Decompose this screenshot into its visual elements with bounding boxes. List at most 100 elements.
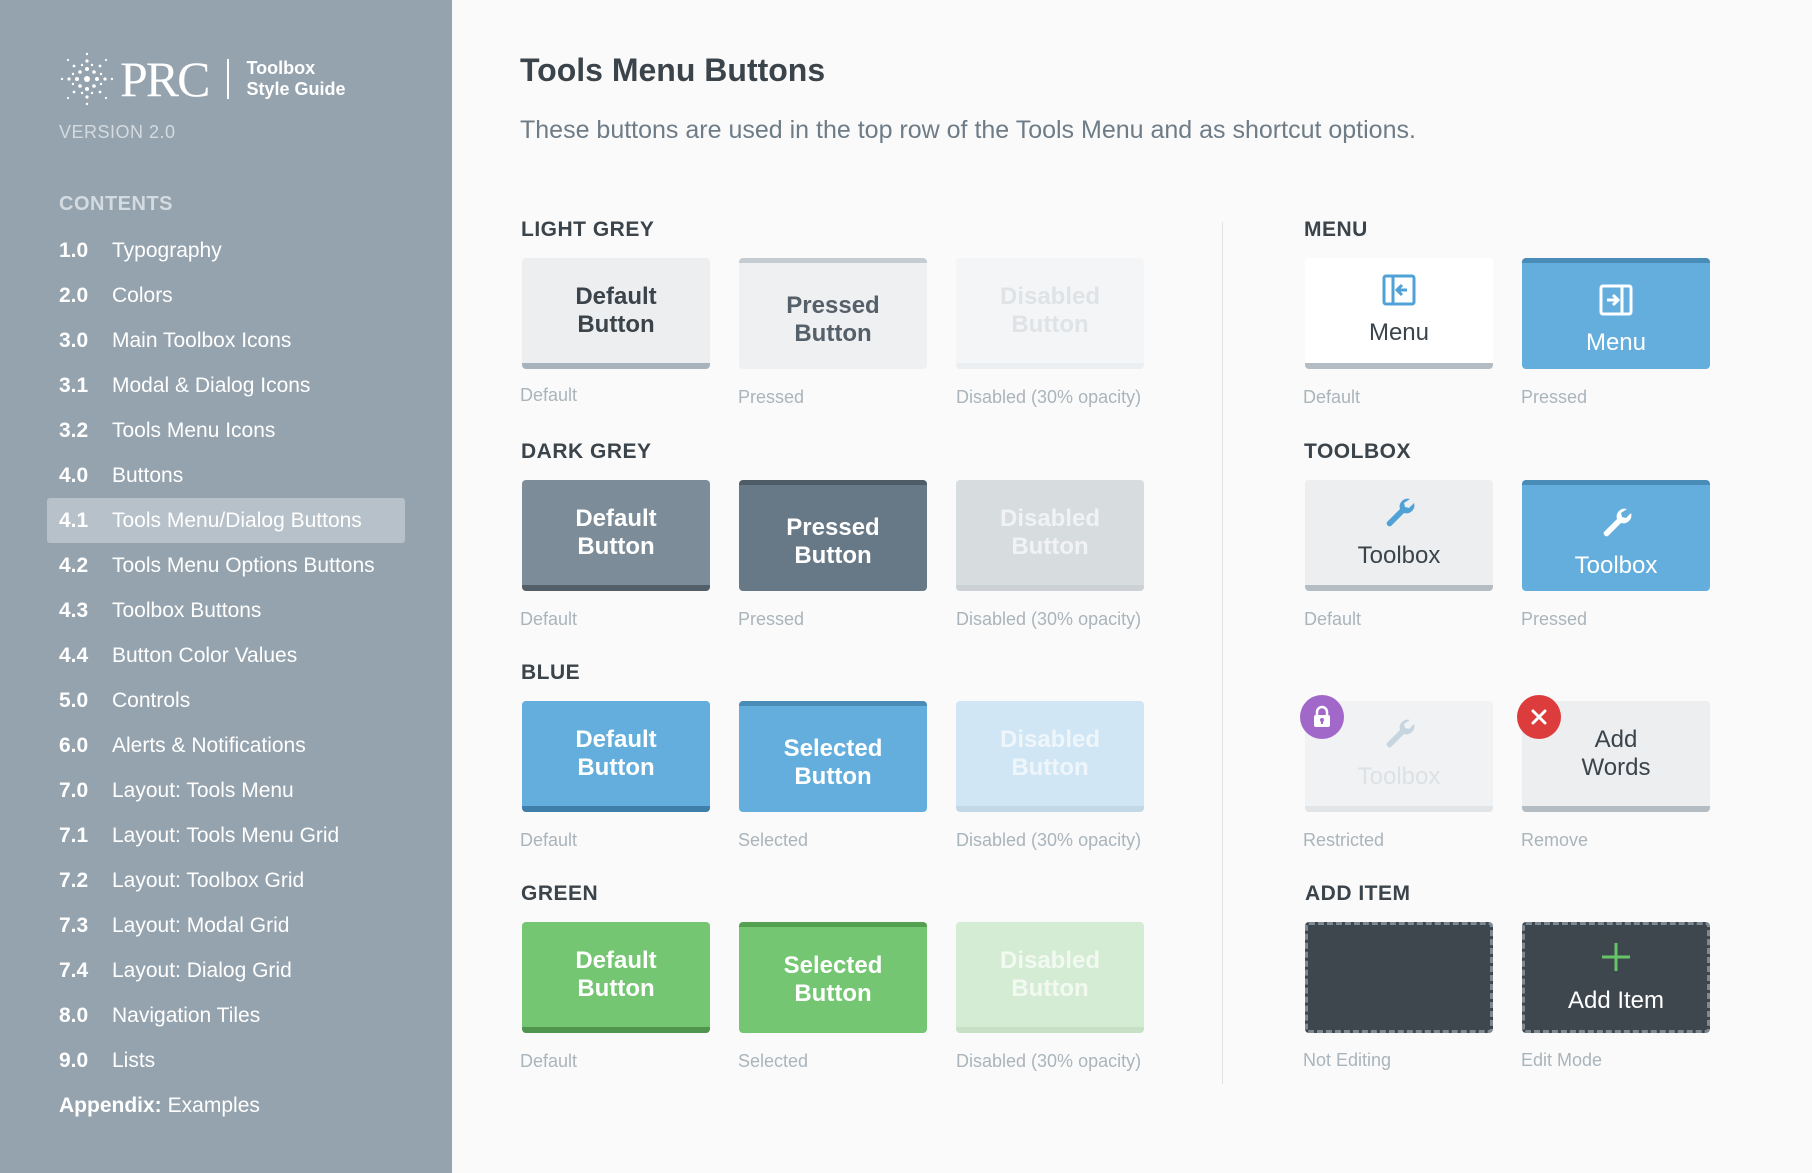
toc-item-alerts-notifications[interactable]: 6.0 Alerts & Notifications <box>47 723 405 768</box>
toc-item-tools-menu-icons[interactable]: 3.2 Tools Menu Icons <box>47 408 405 453</box>
dark-grey-pressed-button[interactable]: Pressed Button <box>739 480 927 591</box>
dark-grey-default-button[interactable]: Default Button <box>522 480 710 591</box>
button-label-line-2: Button <box>794 542 872 569</box>
page-description: These buttons are used in the top row of… <box>520 116 1416 144</box>
green-default-button[interactable]: Default Button <box>522 922 710 1033</box>
caption-default: Default <box>520 609 578 629</box>
toc-item-layout-modal-grid[interactable]: 7.3 Layout: Modal Grid <box>47 903 405 948</box>
contents-heading: CONTENTS <box>59 193 173 215</box>
toc-item-button-color-values[interactable]: 4.4 Button Color Values <box>47 633 405 678</box>
button-label-line-1: Selected <box>783 952 883 979</box>
toc-item-number: 4.4 <box>59 643 89 667</box>
toc-item-typography[interactable]: 1.0 Typography <box>47 228 405 273</box>
toc-item-number: Appendix: <box>59 1093 162 1117</box>
toc-item-tools-menu-options-buttons[interactable]: 4.2 Tools Menu Options Buttons <box>47 543 405 588</box>
section-heading-toolbox: TOOLBOX <box>1304 440 1411 463</box>
toc-item-label: Buttons <box>112 463 184 487</box>
button-label-line-1: Disabled <box>999 946 1101 974</box>
section-heading-menu: MENU <box>1304 218 1368 241</box>
toc-item-number: 7.1 <box>59 823 89 847</box>
toc-item-number: 2.0 <box>59 283 89 307</box>
blue-default-button[interactable]: Default Button <box>522 701 710 812</box>
toc-item-label: Layout: Modal Grid <box>112 913 290 937</box>
toc-item-tools-menu-dialog-buttons[interactable]: 4.1 Tools Menu/Dialog Buttons <box>47 498 405 543</box>
toc-item-number: 4.1 <box>59 508 89 532</box>
logo-subtitle: Toolbox Style Guide <box>247 58 346 100</box>
toc-item-number: 4.2 <box>59 553 89 577</box>
dark-grey-disabled-button: Disabled Button <box>956 480 1144 591</box>
toc-item-label: Tools Menu Options Buttons <box>112 553 375 577</box>
toc-item-modal-dialog-icons[interactable]: 3.1 Modal & Dialog Icons <box>47 363 405 408</box>
button-label-line-1: Disabled <box>999 725 1101 753</box>
toc-item-number: 6.0 <box>59 733 89 757</box>
caption-default: Default <box>1304 609 1362 629</box>
blue-disabled-button: Disabled Button <box>956 701 1144 812</box>
toc-item-label: Colors <box>112 283 173 307</box>
caption-default: Default <box>1303 387 1361 407</box>
close-icon[interactable] <box>1517 695 1561 739</box>
toc-item-buttons[interactable]: 4.0 Buttons <box>47 453 405 498</box>
caption-pressed: Pressed <box>738 387 805 407</box>
toc-item-label: Examples <box>167 1093 260 1117</box>
section-heading-light-grey: LIGHT GREY <box>521 218 655 241</box>
caption-selected: Selected <box>738 830 809 850</box>
toc-item-lists[interactable]: 9.0 Lists <box>47 1038 405 1083</box>
toc-item-label: Tools Menu/Dialog Buttons <box>112 508 362 532</box>
toc-item-number: 7.3 <box>59 913 89 937</box>
caption-pressed: Pressed <box>738 609 805 629</box>
toc-item-number: 3.2 <box>59 418 89 442</box>
caption-pressed: Pressed <box>1521 609 1588 629</box>
toc-item-toolbox-buttons[interactable]: 4.3 Toolbox Buttons <box>47 588 405 633</box>
toc-item-controls[interactable]: 5.0 Controls <box>47 678 405 723</box>
green-disabled-button: Disabled Button <box>956 922 1144 1033</box>
table-of-contents: 1.0 Typography 2.0 Colors 3.0 Main Toolbox … <box>47 228 405 1128</box>
light-grey-default-button[interactable]: Default Button <box>522 258 710 369</box>
button-label-line-1: Pressed <box>786 514 880 541</box>
toc-item-number: 8.0 <box>59 1003 89 1027</box>
toolbox-button-label: Toolbox <box>1574 551 1658 579</box>
menu-default-button[interactable]: Menu <box>1305 258 1493 369</box>
toc-item-layout-tools-menu[interactable]: 7.0 Layout: Tools Menu <box>47 768 405 813</box>
caption-default: Default <box>520 830 578 850</box>
toolbox-button-label: Toolbox <box>1357 763 1441 790</box>
wrench-icon <box>1382 716 1416 757</box>
toc-item-label: Controls <box>112 688 191 712</box>
sidebar: PRC Toolbox Style Guide VERSION 2.0 CONT… <box>0 0 452 1173</box>
toc-item-number: 4.3 <box>59 598 89 622</box>
add-item-label: Add Item <box>1567 987 1665 1014</box>
section-heading-green: GREEN <box>521 882 599 905</box>
caption-edit-mode: Edit Mode <box>1521 1050 1603 1070</box>
light-grey-pressed-button[interactable]: Pressed Button <box>739 258 927 369</box>
menu-pressed-button[interactable]: Menu <box>1522 258 1710 369</box>
toc-item-navigation-tiles[interactable]: 8.0 Navigation Tiles <box>47 993 405 1038</box>
blue-selected-button[interactable]: Selected Button <box>739 701 927 812</box>
toolbox-pressed-button[interactable]: Toolbox <box>1522 480 1710 591</box>
toc-item-number: 7.4 <box>59 958 89 982</box>
toc-item-layout-tools-menu-grid[interactable]: 7.1 Layout: Tools Menu Grid <box>47 813 405 858</box>
toc-item-layout-dialog-grid[interactable]: 7.4 Layout: Dialog Grid <box>47 948 405 993</box>
add-item-button[interactable]: Add Item <box>1522 922 1710 1033</box>
button-label-line-1: Disabled <box>999 504 1101 532</box>
toc-item-label: Modal & Dialog Icons <box>112 373 311 397</box>
menu-button-label: Menu <box>1585 328 1647 356</box>
toc-item-layout-toolbox-grid[interactable]: 7.2 Layout: Toolbox Grid <box>47 858 405 903</box>
button-label-line-2: Button <box>577 310 655 338</box>
version-label: VERSION 2.0 <box>59 122 176 142</box>
page-title: Tools Menu Buttons <box>520 52 826 88</box>
logo-divider <box>226 59 229 99</box>
section-heading-dark-grey: DARK GREY <box>521 440 652 463</box>
caption-disabled: Disabled (30% opacity) <box>956 609 1142 629</box>
section-heading-add-item: ADD ITEM <box>1305 882 1411 905</box>
caption-selected: Selected <box>738 1051 809 1071</box>
toc-item-appendix-examples[interactable]: Appendix: Examples <box>47 1083 405 1128</box>
toc-item-label: Toolbox Buttons <box>112 598 262 622</box>
toc-item-label: Navigation Tiles <box>112 1003 261 1027</box>
green-selected-button[interactable]: Selected Button <box>739 922 927 1033</box>
caption-remove: Remove <box>1521 830 1589 850</box>
toolbox-default-button[interactable]: Toolbox <box>1305 480 1493 591</box>
toc-item-label: Layout: Dialog Grid <box>112 958 292 982</box>
toc-item-colors[interactable]: 2.0 Colors <box>47 273 405 318</box>
toc-item-main-toolbox-icons[interactable]: 3.0 Main Toolbox Icons <box>47 318 405 363</box>
section-heading-blue: BLUE <box>521 661 581 684</box>
button-label-line-1: Add <box>1594 725 1638 753</box>
